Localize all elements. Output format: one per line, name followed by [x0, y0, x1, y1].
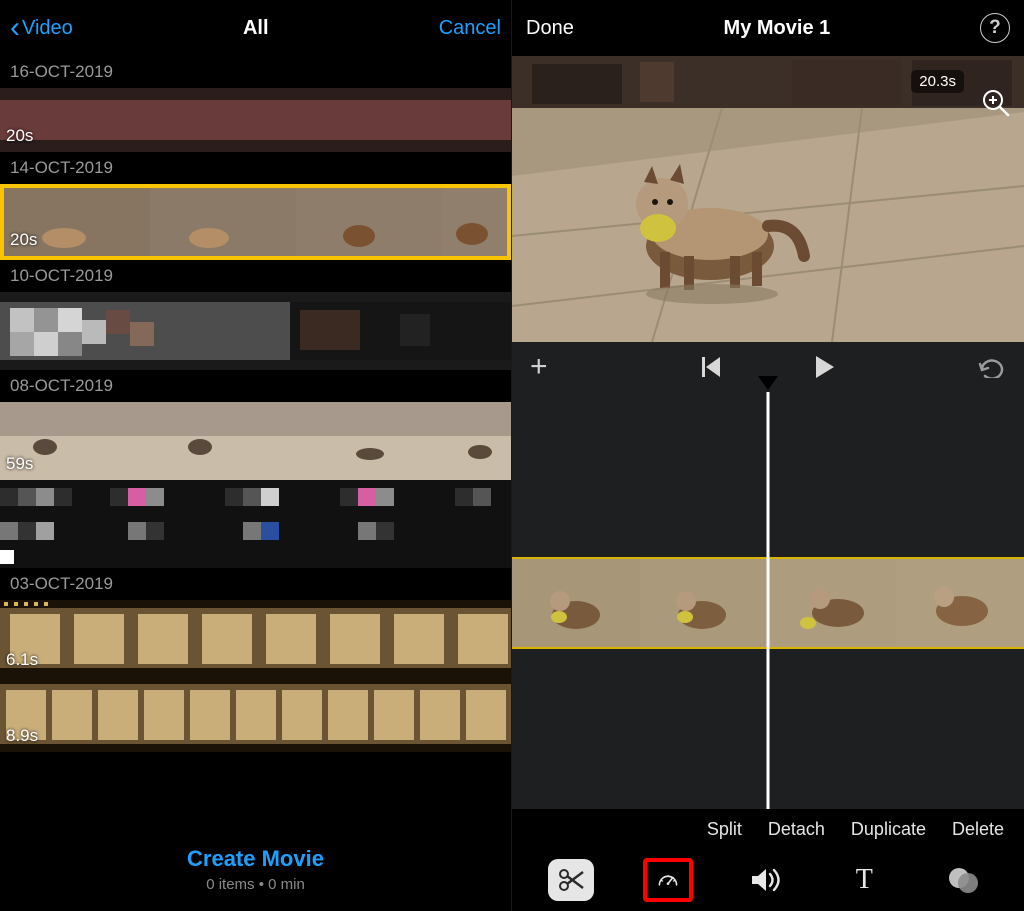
actions-tool-button[interactable] [548, 859, 594, 901]
add-media-button[interactable]: + [530, 350, 548, 384]
clip-thumbnail [640, 559, 768, 647]
playhead-line[interactable] [767, 392, 770, 809]
playhead-indicator-icon [758, 376, 778, 390]
thumbnail-row [4, 188, 507, 260]
duration-badge: 6.1s [6, 650, 38, 670]
section-date: 03-OCT-2019 [0, 568, 511, 600]
duration-badge: 20s [6, 126, 33, 146]
undo-icon [978, 356, 1006, 378]
duplicate-button[interactable]: Duplicate [851, 819, 926, 840]
undo-button[interactable] [978, 356, 1006, 378]
speedometer-icon [657, 862, 679, 898]
filters-icon [946, 865, 980, 895]
video-strip[interactable]: 8.9s [0, 676, 511, 752]
picker-header: ‹ Video All Cancel [0, 0, 511, 56]
editor-panel: Done My Movie 1 ? [512, 0, 1024, 911]
thumbnail-row [0, 480, 511, 568]
magnifier-plus-icon [981, 88, 1011, 118]
video-picker-panel: ‹ Video All Cancel 16-OCT-2019 20s [0, 0, 512, 911]
video-strip[interactable]: 6.1s [0, 600, 511, 676]
titles-tool-button[interactable]: T [839, 858, 889, 902]
create-movie-button[interactable]: Create Movie [0, 846, 511, 872]
speed-tool-button[interactable] [643, 858, 693, 902]
duration-badge: 8.9s [6, 726, 38, 746]
video-strip[interactable] [0, 292, 511, 370]
split-button[interactable]: Split [707, 819, 742, 840]
back-button[interactable]: ‹ Video [10, 13, 73, 43]
thumbnail-row [0, 88, 511, 152]
cancel-button[interactable]: Cancel [439, 17, 501, 40]
video-strip[interactable]: 59s [0, 402, 511, 480]
section-date: 16-OCT-2019 [0, 56, 511, 88]
done-button[interactable]: Done [526, 17, 574, 40]
clip-thumbnail [512, 559, 640, 647]
section-date: 14-OCT-2019 [0, 152, 511, 184]
play-button[interactable] [816, 356, 834, 378]
thumbnail-row [0, 600, 511, 676]
video-strip[interactable] [0, 480, 511, 568]
footer-summary: 0 items • 0 min [0, 876, 511, 893]
editor-toolbar: T [512, 849, 1024, 911]
preview-content [512, 56, 1024, 342]
picker-title: All [243, 17, 269, 40]
section-date: 08-OCT-2019 [0, 370, 511, 402]
thumbnail-row [0, 676, 511, 752]
duration-badge: 20s [10, 230, 37, 250]
back-label: Video [22, 17, 73, 40]
clip-thumbnail [896, 559, 1024, 647]
scissors-icon [557, 866, 585, 894]
video-strip-selected[interactable]: 20s [0, 184, 511, 260]
playback-bar: + [512, 342, 1024, 392]
chevron-left-icon: ‹ [10, 13, 20, 43]
section-date: 10-OCT-2019 [0, 260, 511, 292]
timeline[interactable] [512, 392, 1024, 809]
help-icon: ? [989, 17, 1001, 39]
skip-back-button[interactable] [702, 357, 720, 377]
clip-action-row: Split Detach Duplicate Delete [512, 809, 1024, 849]
video-preview[interactable]: 20.3s [512, 56, 1024, 342]
help-button[interactable]: ? [980, 13, 1010, 43]
volume-icon [750, 866, 782, 894]
video-strip[interactable]: 20s [0, 88, 511, 152]
project-title: My Movie 1 [724, 17, 831, 40]
thumbnail-row [0, 292, 511, 370]
preview-time-badge: 20.3s [911, 70, 964, 93]
picker-footer: Create Movie 0 items • 0 min [0, 832, 511, 911]
text-icon: T [856, 864, 873, 896]
clip-thumbnail [768, 559, 896, 647]
zoom-button[interactable] [981, 88, 1015, 122]
thumbnail-row [0, 402, 511, 480]
filters-tool-button[interactable] [938, 858, 988, 902]
duration-badge: 59s [6, 454, 33, 474]
editor-header: Done My Movie 1 ? [512, 0, 1024, 56]
detach-button[interactable]: Detach [768, 819, 825, 840]
volume-tool-button[interactable] [741, 858, 791, 902]
video-list[interactable]: 16-OCT-2019 20s 14-OCT-2019 [0, 56, 511, 832]
delete-button[interactable]: Delete [952, 819, 1004, 840]
